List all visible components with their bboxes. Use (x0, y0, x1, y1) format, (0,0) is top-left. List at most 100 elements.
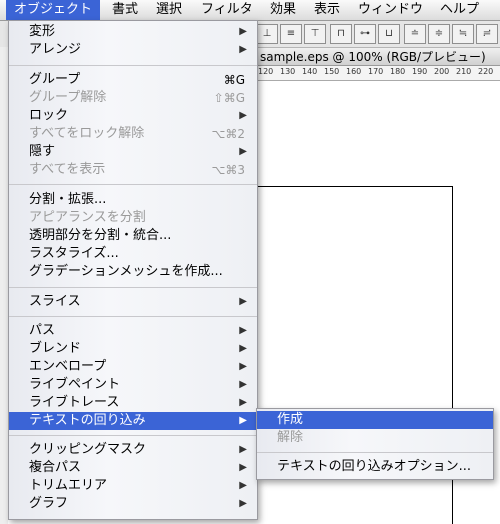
menu-item-transform[interactable]: 変形 ▶ (9, 23, 257, 41)
menu-window[interactable]: ウィンドウ (350, 0, 431, 20)
shortcut-label: ⌥⌘2 (211, 127, 245, 141)
submenu-arrow-icon: ▶ (239, 379, 247, 390)
menu-item-label: グループ解除 (29, 90, 107, 105)
menu-object[interactable]: オブジェクト (6, 0, 101, 20)
menu-item-label: ライブトレース (29, 395, 120, 410)
menu-separator (257, 452, 493, 453)
menu-item-make[interactable]: 作成 (257, 411, 493, 429)
menu-item-hide[interactable]: 隠す ▶ (9, 143, 257, 161)
menu-item-label: ラスタライズ... (29, 246, 119, 261)
menu-item-label: ロック (29, 108, 69, 123)
submenu-arrow-icon: ▶ (239, 397, 247, 408)
submenu-arrow-icon: ▶ (239, 26, 247, 37)
menu-item-label: アレンジ (29, 42, 82, 57)
menu-item-label: 隠す (29, 144, 56, 159)
menu-item-label: テキストの回り込み (29, 413, 146, 428)
menu-item-label: すべてを表示 (29, 162, 106, 177)
menu-item-expand[interactable]: 分割・拡張... (9, 191, 257, 209)
submenu-arrow-icon: ▶ (239, 462, 247, 473)
menu-item-label: グラデーションメッシュを作成... (29, 264, 223, 279)
menu-separator (9, 435, 257, 436)
menu-item-text-wrap-options[interactable]: テキストの回り込みオプション... (257, 458, 493, 476)
distribute-icon[interactable]: ≓ (476, 24, 498, 44)
menu-item-label: ブレンド (29, 341, 82, 356)
submenu-arrow-icon: ▶ (239, 415, 247, 426)
menu-item-label: すべてをロック解除 (29, 126, 145, 141)
menu-item-label: クリッピングマスク (29, 442, 147, 457)
menu-type[interactable]: 書式 (104, 0, 146, 20)
menu-item-label: アピアランスを分割 (29, 210, 146, 225)
submenu-arrow-icon: ▶ (239, 146, 247, 157)
menu-filter[interactable]: フィルタ (193, 0, 261, 20)
menu-item-release: 解除 (257, 429, 493, 447)
menu-item-label: グラフ (29, 496, 69, 511)
menu-item-flatten-transparency[interactable]: 透明部分を分割・統合... (9, 227, 257, 245)
submenu-arrow-icon: ▶ (239, 296, 247, 307)
menu-item-compound-path[interactable]: 複合パス ▶ (9, 459, 257, 477)
ruler-tick-label: 150 (324, 67, 340, 76)
align-icon[interactable]: ≡ (280, 24, 302, 44)
menu-item-slice[interactable]: スライス ▶ (9, 293, 257, 311)
artboard-edge (256, 186, 453, 187)
menu-item-label: トリムエリア (29, 478, 108, 493)
submenu-arrow-icon: ▶ (239, 498, 247, 509)
menu-item-clipping-mask[interactable]: クリッピングマスク ▶ (9, 441, 257, 459)
document-title: sample.eps @ 100% (RGB/プレビュー) (256, 48, 500, 66)
distribute-icon[interactable]: ≐ (404, 24, 426, 44)
menu-item-crop-area[interactable]: トリムエリア ▶ (9, 477, 257, 495)
menu-item-arrange[interactable]: アレンジ ▶ (9, 41, 257, 59)
menu-item-label: 透明部分を分割・統合... (29, 228, 172, 243)
shortcut-label: ⌥⌘3 (211, 163, 245, 177)
submenu-arrow-icon: ▶ (239, 361, 247, 372)
menu-item-label: 解除 (277, 430, 304, 445)
shortcut-label: ⌘G (223, 73, 245, 87)
ruler-tick-label: 180 (390, 67, 406, 76)
text-wrap-submenu: 作成 解除 テキストの回り込みオプション... (256, 408, 494, 480)
menu-item-label: 作成 (277, 412, 304, 427)
menu-item-text-wrap[interactable]: テキストの回り込み ▶ (9, 412, 257, 430)
menu-view[interactable]: 表示 (306, 0, 348, 20)
submenu-arrow-icon: ▶ (239, 444, 247, 455)
submenu-arrow-icon: ▶ (239, 110, 247, 121)
menu-select[interactable]: 選択 (148, 0, 190, 20)
menu-item-label: スライス (29, 294, 81, 309)
menu-separator (9, 184, 257, 185)
menu-separator (9, 287, 257, 288)
align-icon[interactable]: ⊥ (256, 24, 278, 44)
menu-help[interactable]: ヘルプ (432, 0, 487, 20)
align-icon[interactable]: ⊤ (304, 24, 326, 44)
menu-item-show-all: すべてを表示 ⌥⌘3 (9, 161, 257, 179)
align-icon[interactable]: ⊔ (378, 24, 400, 44)
distribute-icon[interactable]: ≒ (452, 24, 474, 44)
menu-item-lock[interactable]: ロック ▶ (9, 107, 257, 125)
menu-item-path[interactable]: パス ▶ (9, 322, 257, 340)
menu-item-blend[interactable]: ブレンド ▶ (9, 340, 257, 358)
horizontal-ruler: 120 130 140 150 160 170 180 190 200 210 … (256, 66, 500, 81)
menu-item-graph[interactable]: グラフ ▶ (9, 495, 257, 513)
menu-item-live-paint[interactable]: ライブペイント ▶ (9, 376, 257, 394)
menu-item-label: 複合パス (29, 460, 82, 475)
distribute-icon[interactable]: ≑ (428, 24, 450, 44)
menu-item-label: テキストの回り込みオプション... (277, 459, 472, 474)
object-menu: 変形 ▶ アレンジ ▶ グループ ⌘G グループ解除 ⇧⌘G ロック ▶ すべてをロック解… (8, 20, 258, 520)
align-icon[interactable]: ⊶ (354, 24, 376, 44)
menu-bar: オブジェクト 書式 選択 フィルタ 効果 表示 ウィンドウ ヘルプ (0, 0, 500, 21)
menu-item-label: グループ (29, 72, 81, 87)
ruler-tick-label: 170 (368, 67, 384, 76)
submenu-arrow-icon: ▶ (239, 480, 247, 491)
submenu-arrow-icon: ▶ (239, 343, 247, 354)
ruler-tick-label: 160 (346, 67, 362, 76)
menu-item-create-gradient-mesh[interactable]: グラデーションメッシュを作成... (9, 263, 257, 281)
menu-item-label: 分割・拡張... (29, 192, 107, 207)
ruler-tick-label: 130 (280, 67, 296, 76)
align-icon[interactable]: ⊓ (330, 24, 352, 44)
submenu-arrow-icon: ▶ (239, 325, 247, 336)
menu-item-envelope[interactable]: エンベロープ ▶ (9, 358, 257, 376)
menu-item-ungroup: グループ解除 ⇧⌘G (9, 89, 257, 107)
menu-item-rasterize[interactable]: ラスタライズ... (9, 245, 257, 263)
menu-item-group[interactable]: グループ ⌘G (9, 71, 257, 89)
menu-item-label: エンベロープ (29, 359, 107, 374)
menu-item-unlock-all: すべてをロック解除 ⌥⌘2 (9, 125, 257, 143)
menu-item-live-trace[interactable]: ライブトレース ▶ (9, 394, 257, 412)
menu-effect[interactable]: 効果 (262, 0, 304, 20)
